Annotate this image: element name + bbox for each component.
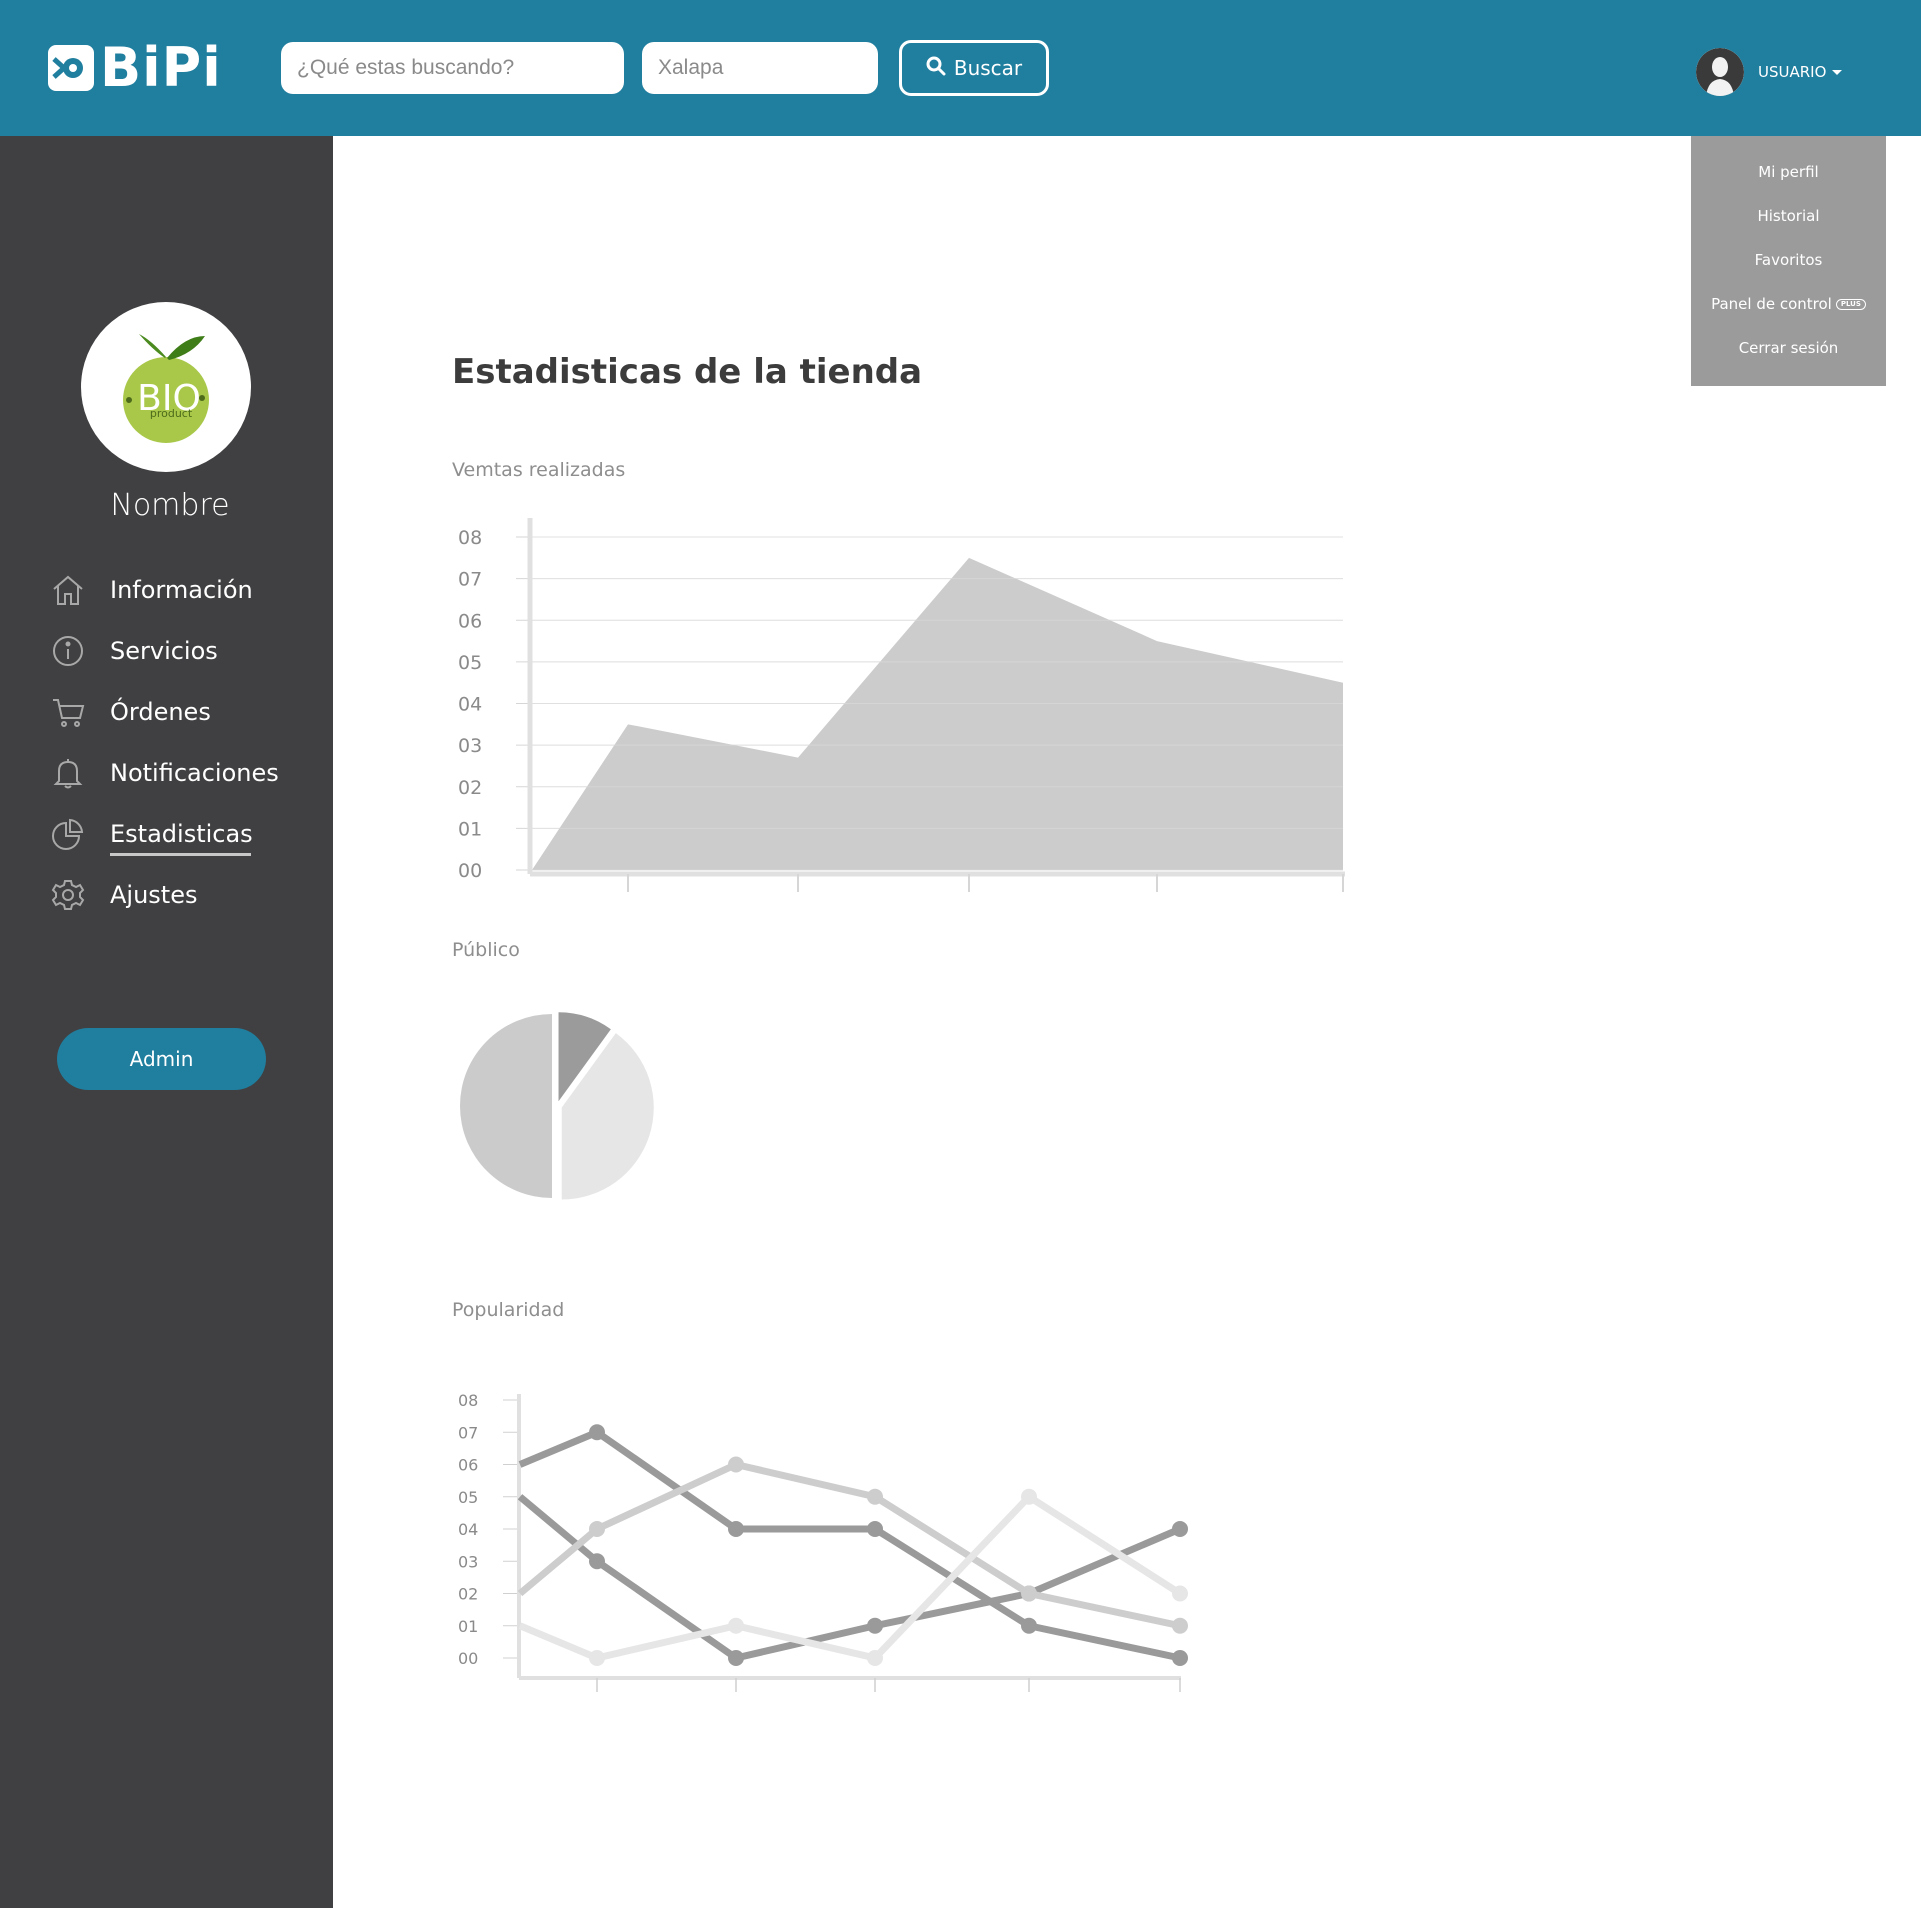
- y-tick-label: 02: [458, 1585, 478, 1604]
- sales-chart-label: Vemtas realizadas: [452, 459, 626, 481]
- user-label: USUARIO: [1758, 63, 1827, 81]
- y-tick-label: 01: [458, 818, 482, 840]
- pie-slice: [460, 1014, 552, 1198]
- search-icon: [926, 56, 946, 81]
- bell-icon: [50, 755, 86, 791]
- series-point: [589, 1424, 605, 1441]
- y-tick-label: 00: [458, 860, 482, 882]
- series-line: [517, 1461, 1181, 1630]
- y-tick-label: 08: [458, 527, 482, 549]
- menu-item-logout[interactable]: Cerrar sesión: [1691, 336, 1886, 360]
- sidebar-item-label: Órdenes: [110, 698, 211, 726]
- audience-pie-chart: [460, 1012, 654, 1200]
- pie-chart-icon: [50, 816, 86, 852]
- sidebar-item-ajustes[interactable]: Ajustes: [50, 875, 197, 915]
- menu-item-label: Mi perfil: [1758, 163, 1819, 181]
- user-avatar: [1696, 48, 1744, 96]
- series-point: [589, 1553, 605, 1570]
- active-item-underline: [110, 853, 251, 856]
- search-button-label: Buscar: [953, 56, 1023, 80]
- sales-area-chart: 00 01 02 03 04 05 06 07 08: [458, 518, 1345, 892]
- y-tick-label: 04: [458, 1520, 478, 1539]
- menu-item-label: Historial: [1757, 207, 1820, 225]
- series-point: [1172, 1521, 1188, 1537]
- y-tick-label: 07: [458, 569, 482, 591]
- sidebar-item-informacion[interactable]: Información: [50, 570, 253, 610]
- popularity-line-chart: 00 01 02 03 04 05 06 07 08: [458, 1391, 1188, 1692]
- series-point: [867, 1617, 883, 1634]
- series-point: [589, 1650, 605, 1666]
- brand-logo[interactable]: BiPi: [48, 36, 222, 99]
- y-tick-label: 05: [458, 652, 482, 674]
- series-point: [1172, 1585, 1188, 1602]
- menu-item-label: Panel de control: [1711, 295, 1832, 313]
- sidebar-item-estadisticas[interactable]: Estadisticas: [50, 814, 253, 854]
- store-logo-avatar[interactable]: BIO product: [81, 302, 251, 472]
- sidebar-item-label: Estadisticas: [110, 820, 253, 848]
- logo-mark-icon: [48, 45, 94, 91]
- user-dropdown: Mi perfil Historial Favoritos Panel de c…: [1691, 136, 1886, 386]
- popularity-chart-label: Popularidad: [452, 1299, 565, 1321]
- series-point: [728, 1521, 744, 1537]
- menu-item-favorites[interactable]: Favoritos: [1691, 248, 1886, 272]
- series-line: [518, 1428, 1181, 1662]
- series-point: [1021, 1585, 1037, 1602]
- top-bar: BiPi Buscar USUARIO: [0, 0, 1921, 136]
- series-point: [867, 1521, 883, 1537]
- series-point: [728, 1650, 744, 1666]
- page-title: Estadisticas de la tienda: [452, 352, 923, 392]
- y-tick-label: 06: [458, 610, 482, 632]
- series-point: [728, 1456, 744, 1473]
- series-point: [1021, 1617, 1037, 1634]
- cart-icon: [50, 694, 86, 730]
- series-point: [589, 1521, 605, 1537]
- series-point: [1021, 1488, 1037, 1505]
- sidebar-item-label: Notificaciones: [110, 759, 279, 787]
- search-button[interactable]: Buscar: [899, 40, 1049, 96]
- audience-chart-label: Público: [452, 939, 520, 961]
- plus-badge: PLUS: [1835, 299, 1866, 310]
- menu-item-control-panel[interactable]: Panel de control PLUS: [1691, 292, 1886, 316]
- sidebar-item-label: Servicios: [110, 637, 218, 665]
- menu-item-profile[interactable]: Mi perfil: [1691, 160, 1886, 184]
- y-tick-label: 06: [458, 1456, 478, 1475]
- gear-icon: [50, 877, 86, 913]
- logo-product-text: product: [150, 407, 193, 420]
- chevron-down-icon: [1832, 69, 1843, 75]
- admin-button[interactable]: Admin: [57, 1028, 266, 1090]
- brand-name: BiPi: [100, 36, 222, 99]
- y-tick-label: 02: [458, 777, 482, 799]
- y-tick-label: 05: [458, 1488, 478, 1507]
- menu-item-history[interactable]: Historial: [1691, 204, 1886, 228]
- sidebar-item-label: Ajustes: [110, 881, 198, 909]
- sidebar-item-ordenes[interactable]: Órdenes: [50, 692, 211, 732]
- sales-area: [532, 557, 1343, 870]
- sidebar-item-notificaciones[interactable]: Notificaciones: [50, 753, 279, 793]
- search-input[interactable]: [281, 42, 624, 94]
- location-input[interactable]: [642, 42, 878, 94]
- y-tick-label: 03: [458, 1552, 478, 1571]
- y-tick-label: 03: [458, 735, 482, 757]
- series-point: [867, 1488, 883, 1505]
- sidebar-item-servicios[interactable]: Servicios: [50, 631, 218, 671]
- series-point: [1172, 1650, 1188, 1666]
- series-point: [867, 1650, 883, 1666]
- series-point: [1172, 1617, 1188, 1634]
- user-menu-toggle[interactable]: USUARIO: [1696, 48, 1843, 96]
- menu-item-label: Favoritos: [1754, 251, 1823, 269]
- series-point: [728, 1617, 744, 1634]
- menu-item-label: Cerrar sesión: [1738, 339, 1839, 357]
- y-tick-label: 04: [458, 694, 482, 716]
- profile-name: Nombre: [110, 488, 230, 523]
- y-tick-label: 00: [458, 1649, 478, 1668]
- y-tick-label: 07: [458, 1423, 478, 1442]
- sidebar-item-label: Información: [110, 576, 253, 604]
- info-icon: [50, 633, 86, 669]
- home-icon: [50, 572, 86, 608]
- y-tick-label: 01: [458, 1617, 478, 1636]
- y-tick-label: 08: [458, 1391, 478, 1410]
